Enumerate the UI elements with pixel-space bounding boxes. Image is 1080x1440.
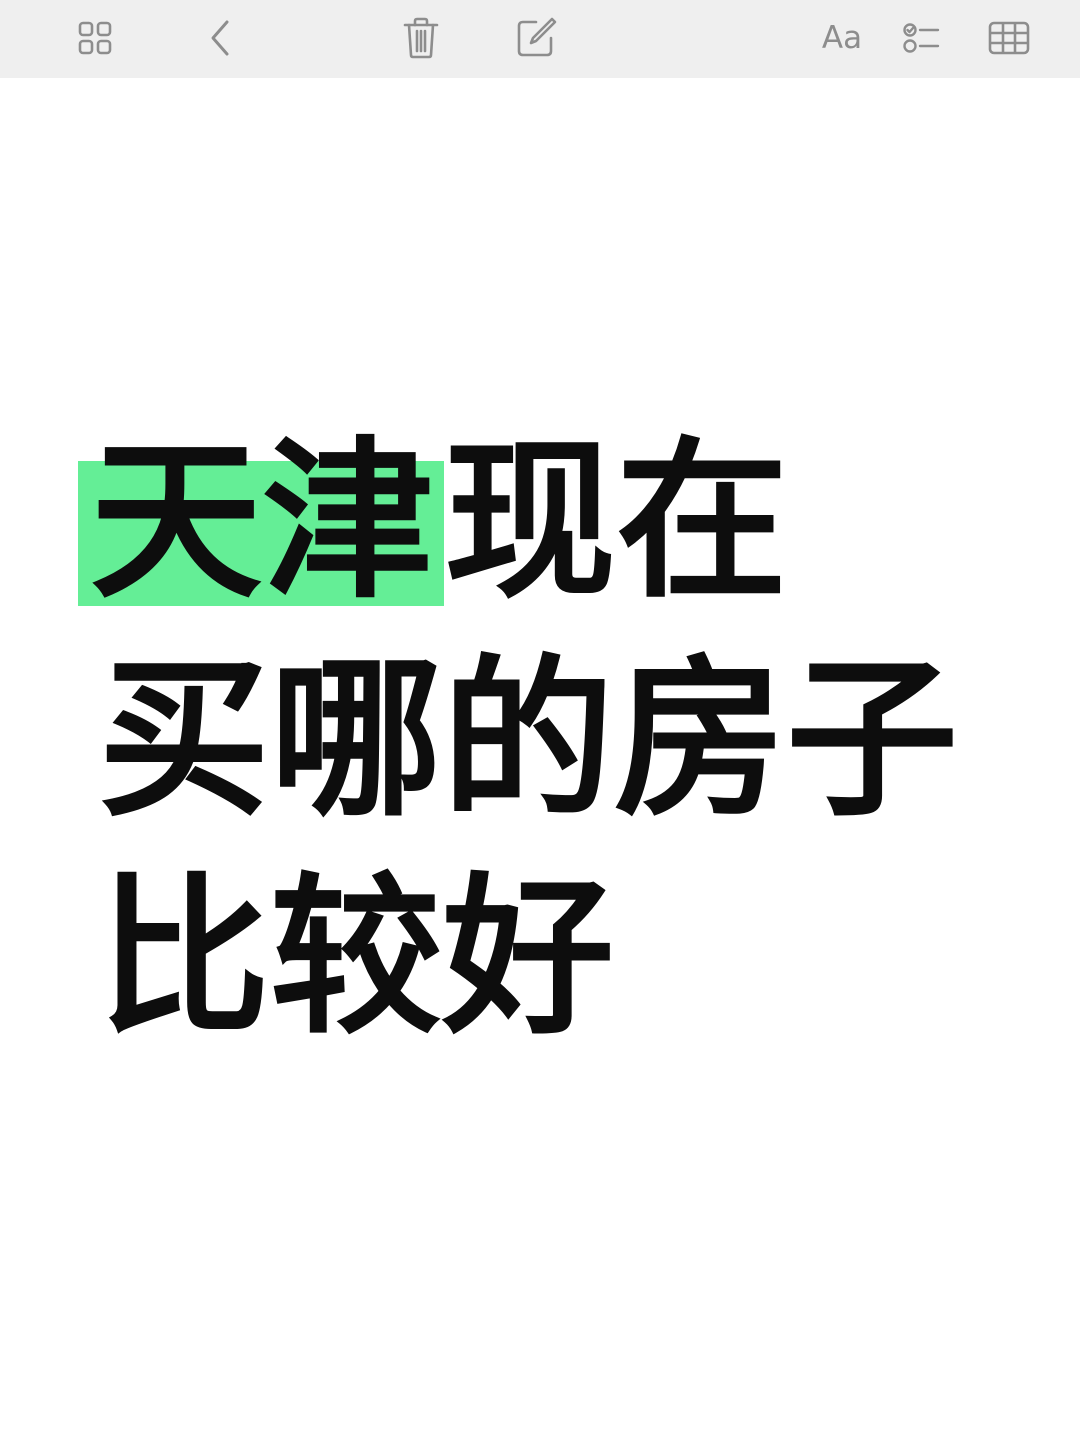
- compose-icon: [517, 17, 557, 57]
- title-line-1: 天津现在: [78, 413, 1058, 631]
- title-line-1-rest: 现在: [444, 421, 788, 622]
- title-line-2: 买哪的房子: [98, 639, 958, 840]
- text-format-icon: Aa: [821, 20, 863, 56]
- title-line-3: 比较好: [98, 857, 614, 1058]
- format-button[interactable]: Aa: [814, 12, 870, 64]
- chevron-left-icon: [211, 20, 229, 56]
- trash-icon: [403, 17, 439, 59]
- highlighted-text: 天津: [78, 421, 444, 622]
- note-title: 天津现在 买哪的房子 比较好: [78, 413, 1058, 1067]
- table-icon: [988, 21, 1030, 55]
- checklist-button[interactable]: [894, 12, 950, 64]
- table-button[interactable]: [981, 12, 1037, 64]
- notes-toolbar: Aa: [0, 0, 1080, 78]
- new-note-button[interactable]: [508, 12, 564, 64]
- note-body[interactable]: 天津现在 买哪的房子 比较好: [0, 78, 1080, 1440]
- checklist-icon: [903, 23, 940, 53]
- delete-button[interactable]: [393, 12, 449, 64]
- back-button[interactable]: [192, 12, 248, 64]
- grid-icon: [78, 21, 112, 55]
- gallery-view-button[interactable]: [67, 12, 123, 64]
